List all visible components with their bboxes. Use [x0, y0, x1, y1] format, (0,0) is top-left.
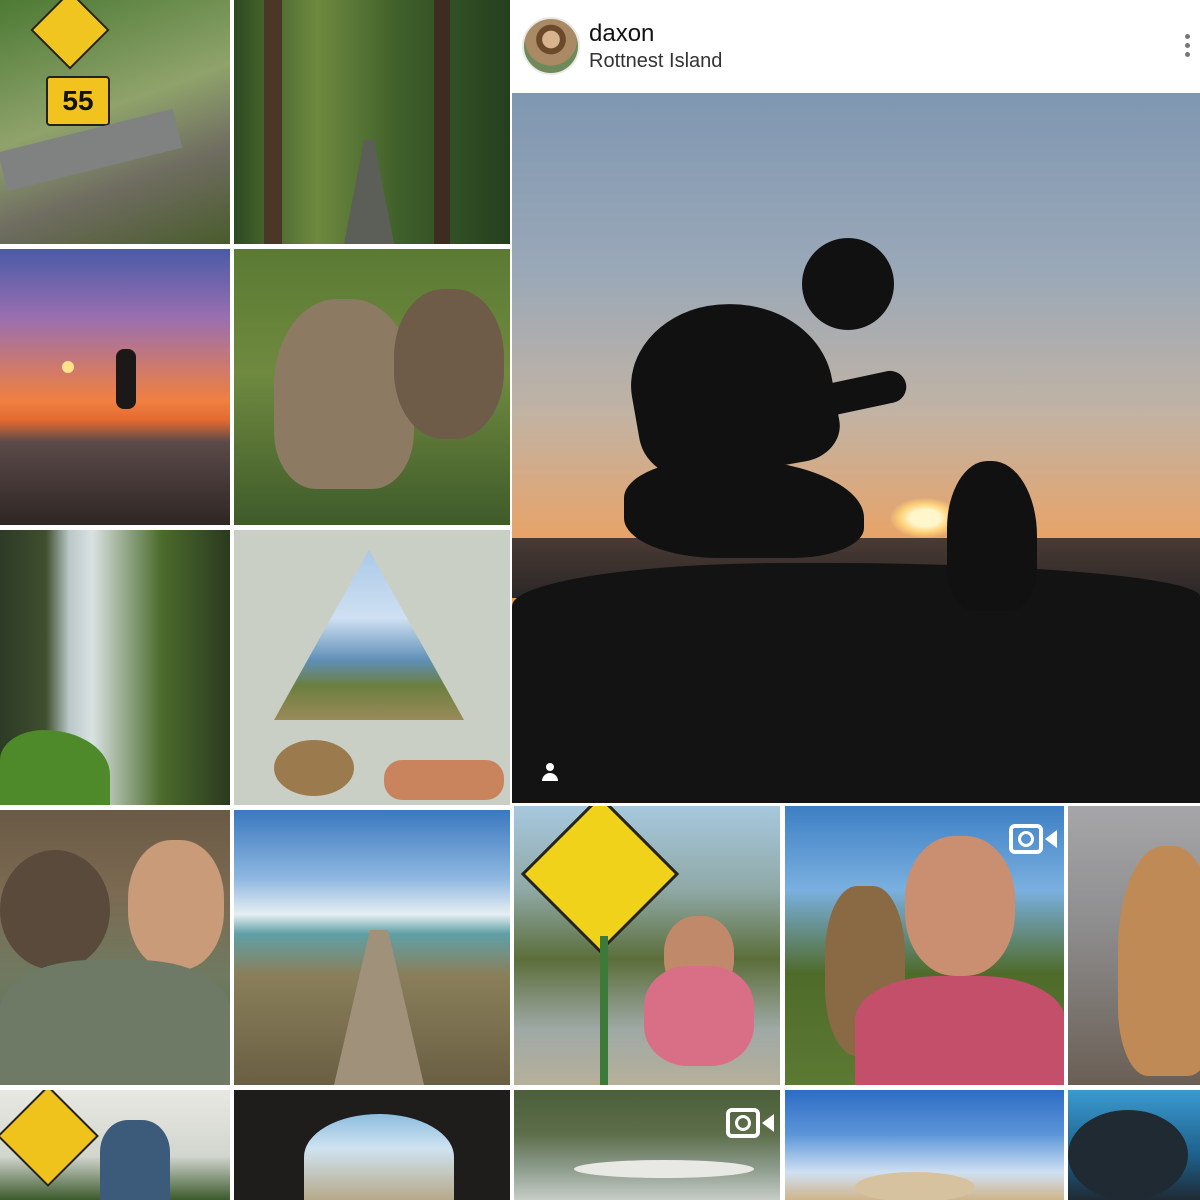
grid-photo-giraffe-selfie[interactable]	[785, 806, 1064, 1085]
grid-photo-kangaroo-sign-selfie[interactable]	[514, 806, 780, 1085]
man-silhouette-body	[618, 286, 846, 490]
post-header: daxon Rottnest Island	[512, 0, 1200, 92]
grid-photo-wombat-selfie[interactable]	[0, 810, 230, 1085]
grid-photo-quokka-closeup[interactable]	[1068, 806, 1200, 1085]
video-camera-icon[interactable]	[1009, 822, 1057, 856]
speed-sign: 55	[46, 76, 110, 126]
grid-photo-devil-sign[interactable]	[0, 1090, 230, 1200]
video-camera-icon[interactable]	[726, 1106, 774, 1140]
grid-photo-sunset-pose[interactable]	[0, 249, 230, 525]
person-tag-icon[interactable]	[542, 763, 558, 781]
grid-photo-boardwalk[interactable]	[234, 810, 510, 1085]
grid-photo-beach-hat[interactable]	[785, 1090, 1064, 1200]
post-location[interactable]: Rottnest Island	[589, 50, 722, 73]
grid-photo-quokka[interactable]	[234, 249, 510, 525]
post-main-photo[interactable]	[512, 93, 1200, 803]
grid-photo-wombat-sign[interactable]: 55	[0, 0, 230, 244]
grid-photo-waterfall[interactable]	[0, 530, 230, 805]
man-silhouette-head	[802, 238, 894, 330]
rocks	[512, 563, 1200, 803]
quokka-silhouette	[947, 461, 1037, 611]
grid-photo-kayaks[interactable]	[514, 1090, 780, 1200]
man-silhouette-legs	[624, 458, 864, 558]
avatar[interactable]	[522, 17, 580, 75]
grid-photo-sea-lion[interactable]	[1068, 1090, 1200, 1200]
more-vert-icon[interactable]	[1182, 34, 1192, 62]
grid-photo-sea-cave[interactable]	[234, 1090, 510, 1200]
post-username[interactable]: daxon	[589, 20, 654, 48]
grid-photo-tent-view[interactable]	[234, 530, 510, 805]
wombat-sign-icon	[30, 0, 110, 70]
grid-photo-forest-path[interactable]	[234, 0, 510, 244]
